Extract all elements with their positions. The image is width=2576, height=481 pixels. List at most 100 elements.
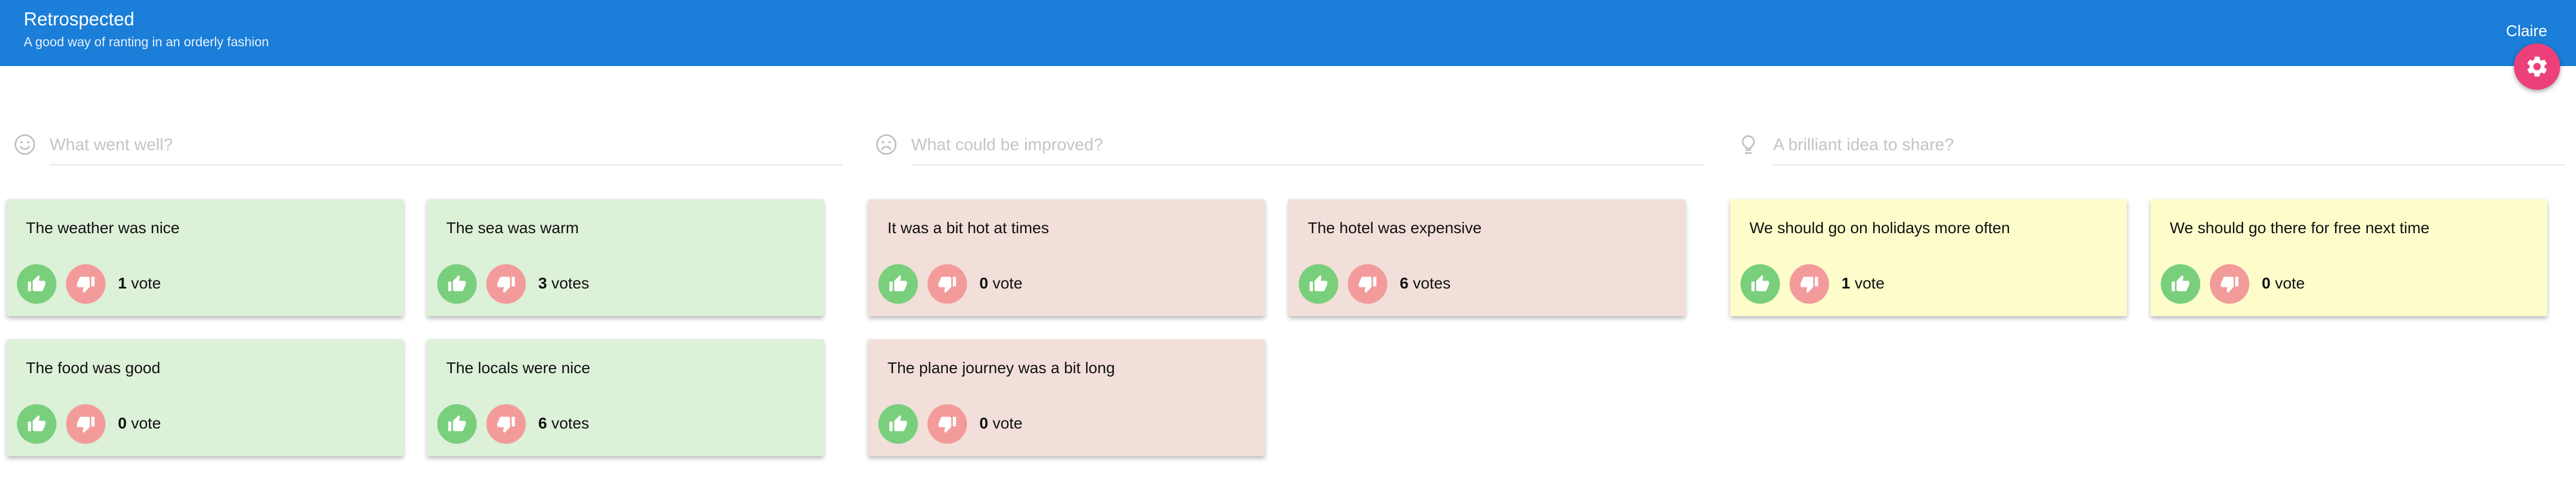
vote-count: 1 vote [1841, 274, 1884, 293]
dislike-button[interactable] [927, 404, 967, 444]
gear-icon [2527, 56, 2547, 77]
input-row [7, 130, 853, 165]
vote-label: vote [131, 274, 161, 292]
dislike-button[interactable] [2210, 264, 2249, 304]
vote-label: votes [551, 414, 590, 432]
post-list: We should go on holidays more often 1 vo… [1730, 199, 2576, 316]
post-text: The locals were nice [446, 359, 591, 377]
dislike-button[interactable] [486, 404, 526, 444]
dislike-button[interactable] [1348, 264, 1387, 304]
thumbs-up-icon [2171, 275, 2190, 291]
post-card: The weather was nice 1 vote [7, 199, 403, 316]
like-button[interactable] [17, 264, 56, 304]
like-button[interactable] [17, 404, 56, 444]
vote-label: votes [551, 274, 590, 292]
thumbs-up-icon [448, 415, 466, 431]
thumbs-down-icon [497, 417, 515, 433]
post-card: The hotel was expensive 6 votes [1289, 199, 1685, 316]
post-card: It was a bit hot at times 0 vote [868, 199, 1265, 316]
like-button[interactable] [878, 264, 918, 304]
post-text: The weather was nice [26, 219, 180, 237]
like-button[interactable] [878, 404, 918, 444]
thumbs-up-icon [889, 275, 907, 291]
vote-number: 3 [538, 274, 547, 292]
thumbs-down-icon [77, 277, 95, 293]
post-text: We should go there for free next time [2170, 219, 2430, 237]
vote-label: vote [992, 414, 1023, 432]
vote-number: 6 [538, 414, 547, 432]
post-text: The food was good [26, 359, 161, 377]
thumbs-up-icon [28, 415, 46, 431]
vote-count: 0 vote [979, 274, 1022, 293]
vote-label: vote [992, 274, 1023, 292]
post-card: We should go on holidays more often 1 vo… [1730, 199, 2127, 316]
thumbs-down-icon [2221, 277, 2239, 293]
vote-number: 0 [979, 274, 988, 292]
post-text: The sea was warm [446, 219, 579, 237]
vote-number: 0 [2262, 274, 2271, 292]
vote-label: vote [1854, 274, 1885, 292]
like-button[interactable] [1740, 264, 1780, 304]
thumbs-down-icon [938, 417, 956, 433]
thumbs-up-icon [889, 415, 907, 431]
post-text: The hotel was expensive [1308, 219, 1482, 237]
vote-count: 1 vote [118, 274, 161, 293]
thumbs-down-icon [497, 277, 515, 293]
column-went-well: The weather was nice 1 vote The sea was … [7, 130, 853, 456]
like-button[interactable] [2161, 264, 2200, 304]
smile-icon [15, 134, 35, 155]
post-card: The locals were nice 6 votes [427, 339, 824, 456]
post-card: The sea was warm 3 votes [427, 199, 824, 316]
idea-input[interactable] [1773, 130, 2566, 165]
thumbs-down-icon [938, 277, 956, 293]
post-card: The plane journey was a bit long 0 vote [868, 339, 1265, 456]
settings-button[interactable] [2514, 43, 2560, 90]
vote-number: 0 [979, 414, 988, 432]
dislike-button[interactable] [66, 264, 105, 304]
vote-count: 0 vote [979, 414, 1022, 433]
post-list: It was a bit hot at times 0 vote The hot… [868, 199, 1715, 456]
thumbs-up-icon [28, 275, 46, 291]
post-text: It was a bit hot at times [887, 219, 1049, 237]
frown-icon [876, 134, 896, 155]
vote-count: 3 votes [538, 274, 589, 293]
could-be-improved-input[interactable] [911, 130, 1704, 165]
input-row [1730, 130, 2576, 165]
thumbs-down-icon [1359, 277, 1377, 293]
thumbs-down-icon [1800, 277, 1818, 293]
vote-count: 0 vote [2262, 274, 2305, 293]
like-button[interactable] [1299, 264, 1338, 304]
post-text: We should go on holidays more often [1749, 219, 2010, 237]
vote-label: vote [131, 414, 161, 432]
vote-count: 6 votes [538, 414, 589, 433]
dislike-button[interactable] [927, 264, 967, 304]
like-button[interactable] [437, 264, 477, 304]
thumbs-up-icon [1751, 275, 1769, 291]
dislike-button[interactable] [486, 264, 526, 304]
app-subtitle: A good way of ranting in an orderly fash… [24, 34, 269, 49]
vote-count: 0 vote [118, 414, 161, 433]
dislike-button[interactable] [1790, 264, 1829, 304]
went-well-input[interactable] [50, 130, 842, 165]
post-list: The weather was nice 1 vote The sea was … [7, 199, 853, 456]
vote-number: 6 [1400, 274, 1409, 292]
vote-label: votes [1413, 274, 1451, 292]
app-bar: Retrospected A good way of ranting in an… [0, 0, 2576, 66]
vote-number: 0 [118, 414, 127, 432]
thumbs-up-icon [448, 275, 466, 291]
vote-label: vote [2275, 274, 2305, 292]
thumbs-up-icon [1309, 275, 1327, 291]
post-card: We should go there for free next time 0 … [2151, 199, 2547, 316]
column-ideas: We should go on holidays more often 1 vo… [1730, 130, 2576, 316]
input-row [868, 130, 1715, 165]
app-title: Retrospected [24, 8, 135, 29]
user-name[interactable]: Claire [2506, 21, 2547, 41]
column-could-be-improved: It was a bit hot at times 0 vote The hot… [868, 130, 1715, 456]
like-button[interactable] [437, 404, 477, 444]
thumbs-down-icon [77, 417, 95, 433]
vote-number: 1 [118, 274, 127, 292]
post-card: The food was good 0 vote [7, 339, 403, 456]
vote-count: 6 votes [1400, 274, 1450, 293]
lightbulb-icon [1742, 135, 1755, 154]
dislike-button[interactable] [66, 404, 105, 444]
